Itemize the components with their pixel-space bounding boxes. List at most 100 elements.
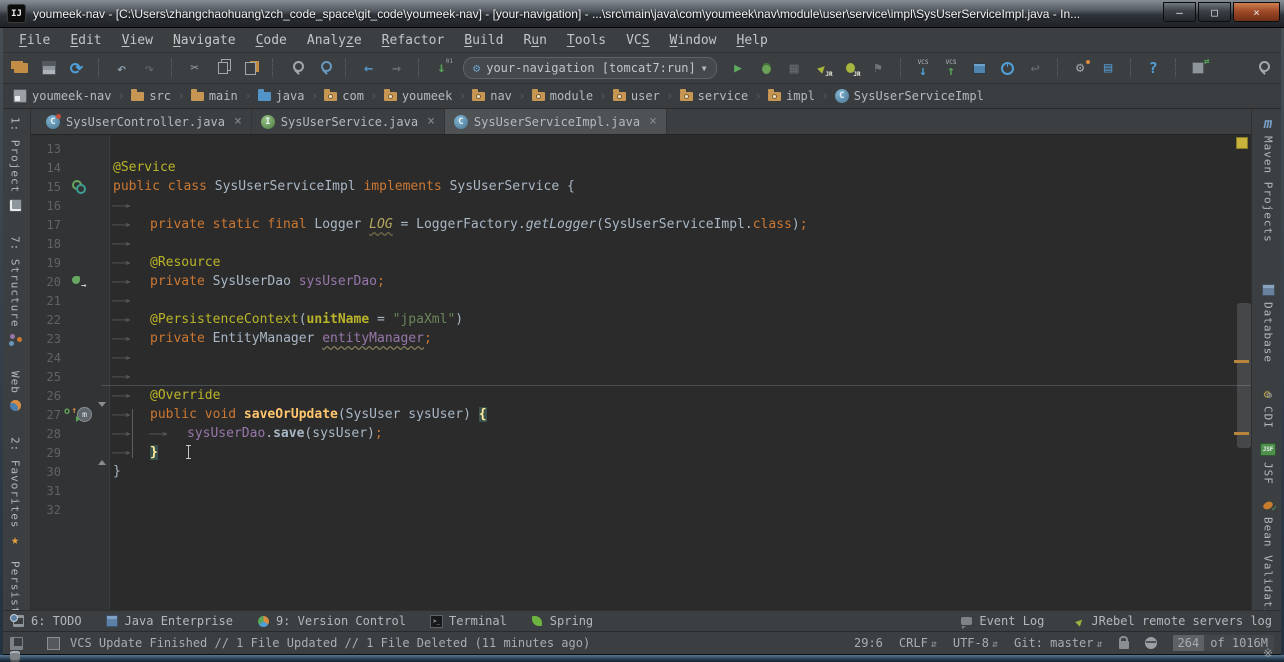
- line-number[interactable]: 25: [31, 370, 61, 384]
- menu-window[interactable]: Window: [661, 31, 726, 50]
- close-button[interactable]: ×: [1233, 2, 1280, 22]
- line-number[interactable]: 13: [31, 142, 61, 156]
- line-number[interactable]: 21: [31, 294, 61, 308]
- menu-vcs[interactable]: VCS: [617, 31, 658, 50]
- caret-position[interactable]: 29:6: [854, 636, 883, 650]
- run-configuration-combo[interactable]: ⚙your-navigation [tomcat7:run]▼: [463, 57, 717, 79]
- toolwindow-button-spring[interactable]: Spring: [531, 614, 593, 628]
- breadcrumb-youmeek-nav[interactable]: youmeek-nav: [10, 89, 114, 103]
- changes-icon[interactable]: [967, 56, 992, 80]
- breadcrumb-src[interactable]: src: [128, 89, 174, 103]
- line-number[interactable]: 18: [31, 237, 61, 251]
- toolwindow-button-jrebel-remote-servers-log[interactable]: JRebel remote servers log: [1072, 614, 1272, 628]
- line-number[interactable]: 31: [31, 484, 61, 498]
- breadcrumb-youmeek[interactable]: youmeek: [381, 89, 456, 103]
- paste-icon[interactable]: [238, 56, 263, 80]
- line-number[interactable]: 27: [31, 408, 61, 422]
- toolwindow-toggle-icon[interactable]: [10, 637, 23, 650]
- menu-code[interactable]: Code: [247, 31, 296, 50]
- toolwindow-button-terminal[interactable]: Terminal: [430, 614, 507, 628]
- coverage-icon[interactable]: [782, 56, 807, 80]
- jrebel-run-icon[interactable]: [810, 56, 835, 80]
- find-icon[interactable]: [283, 56, 308, 80]
- minimize-button[interactable]: –: [1163, 2, 1196, 22]
- line-number[interactable]: 19: [31, 256, 61, 270]
- settings-icon[interactable]: [1068, 56, 1093, 80]
- history-icon[interactable]: [995, 56, 1020, 80]
- line-number[interactable]: 22: [31, 313, 61, 327]
- rollback-icon[interactable]: [1023, 56, 1048, 80]
- help-icon[interactable]: [1141, 56, 1166, 80]
- stripe-button-2-favorites[interactable]: 2: Favorites: [8, 437, 22, 547]
- menu-analyze[interactable]: Analyze: [298, 31, 371, 50]
- breadcrumb-main[interactable]: main: [188, 89, 241, 103]
- line-number[interactable]: 17: [31, 218, 61, 232]
- code-editor[interactable]: 1314@Service15public class SysUserServic…: [31, 135, 1251, 610]
- status-message[interactable]: VCS Update Finished // 1 File Updated //…: [70, 636, 590, 650]
- close-icon[interactable]: ×: [234, 114, 242, 129]
- cut-icon[interactable]: [182, 56, 207, 80]
- line-number[interactable]: 32: [31, 503, 61, 517]
- implementing-method-icon[interactable]: [64, 408, 76, 421]
- tab-sysusercontroller-java[interactable]: SysUserController.java×: [37, 109, 252, 134]
- hot-swap-icon[interactable]: [1186, 56, 1211, 80]
- menu-navigate[interactable]: Navigate: [164, 31, 245, 50]
- breadcrumb-user[interactable]: user: [610, 89, 663, 103]
- stripe-button-database[interactable]: Database: [1261, 283, 1275, 363]
- vcs-branch-widget[interactable]: Git: master: [1014, 636, 1103, 650]
- replace-icon[interactable]: [311, 56, 336, 80]
- toolwindow-button-event-log[interactable]: Event Log: [960, 614, 1044, 628]
- menu-view[interactable]: View: [113, 31, 162, 50]
- back-icon[interactable]: [356, 56, 381, 80]
- vcs-update-icon[interactable]: [911, 56, 936, 80]
- breadcrumb-module[interactable]: module: [529, 89, 596, 103]
- toolwindow-button-java-enterprise[interactable]: Java Enterprise: [106, 614, 233, 628]
- sync-icon[interactable]: [64, 56, 89, 80]
- line-number[interactable]: 30: [31, 465, 61, 479]
- line-number[interactable]: 15: [31, 180, 61, 194]
- stripe-button-maven-projects[interactable]: Maven Projects: [1261, 117, 1275, 243]
- stripe-button-jsf[interactable]: JSF: [1261, 443, 1275, 485]
- line-number[interactable]: 24: [31, 351, 61, 365]
- debug-icon[interactable]: [754, 56, 779, 80]
- undo-icon[interactable]: [109, 56, 134, 80]
- menu-build[interactable]: Build: [455, 31, 512, 50]
- stripe-button-cdi[interactable]: CDI: [1261, 387, 1275, 429]
- jrebel-mark-icon[interactable]: [77, 407, 92, 422]
- redo-icon[interactable]: [137, 56, 162, 80]
- spring-bean-icon[interactable]: [72, 180, 85, 193]
- maximize-button[interactable]: □: [1198, 2, 1231, 22]
- memory-indicator[interactable]: 264 of 1016M: [1173, 635, 1274, 651]
- inspection-status-icon[interactable]: [1236, 137, 1248, 149]
- menu-refactor[interactable]: Refactor: [373, 31, 454, 50]
- vcs-commit-icon[interactable]: [939, 56, 964, 80]
- tab-sysuserservice-java[interactable]: SysUserService.java×: [252, 109, 445, 134]
- menu-edit[interactable]: Edit: [61, 31, 110, 50]
- breadcrumb-impl[interactable]: impl: [765, 89, 818, 103]
- line-number[interactable]: 16: [31, 199, 61, 213]
- line-number[interactable]: 20: [31, 275, 61, 289]
- open-file-icon[interactable]: [8, 56, 33, 80]
- tab-sysuserserviceimpl-java[interactable]: SysUserServiceImpl.java×: [445, 109, 667, 134]
- breadcrumb-nav[interactable]: nav: [469, 89, 515, 103]
- stripe-button-web[interactable]: Web: [8, 371, 22, 413]
- readonly-lock-icon[interactable]: [1119, 641, 1129, 649]
- inspections-hector-icon[interactable]: [1145, 637, 1157, 649]
- search-everywhere-icon[interactable]: [1249, 56, 1274, 80]
- toolwindow-button-9-version-control[interactable]: 9: Version Control: [257, 614, 406, 628]
- editor-scrollbar[interactable]: [1237, 303, 1251, 448]
- line-number[interactable]: 28: [31, 427, 61, 441]
- menu-file[interactable]: File: [10, 31, 59, 50]
- line-number[interactable]: 23: [31, 332, 61, 346]
- menu-help[interactable]: Help: [728, 31, 777, 50]
- gray-flag-icon[interactable]: [866, 56, 891, 80]
- toolwindow-button-6-todo[interactable]: 6: TODO: [12, 614, 82, 628]
- warning-stripe-mark[interactable]: [1234, 432, 1249, 435]
- run-icon[interactable]: [726, 56, 751, 80]
- breadcrumb-com[interactable]: com: [321, 89, 367, 103]
- menu-run[interactable]: Run: [514, 31, 555, 50]
- close-icon[interactable]: ×: [427, 114, 435, 129]
- spring-autowired-icon[interactable]: [72, 275, 85, 288]
- warning-stripe-mark[interactable]: [1234, 360, 1249, 363]
- jrebel-debug-icon[interactable]: [838, 56, 863, 80]
